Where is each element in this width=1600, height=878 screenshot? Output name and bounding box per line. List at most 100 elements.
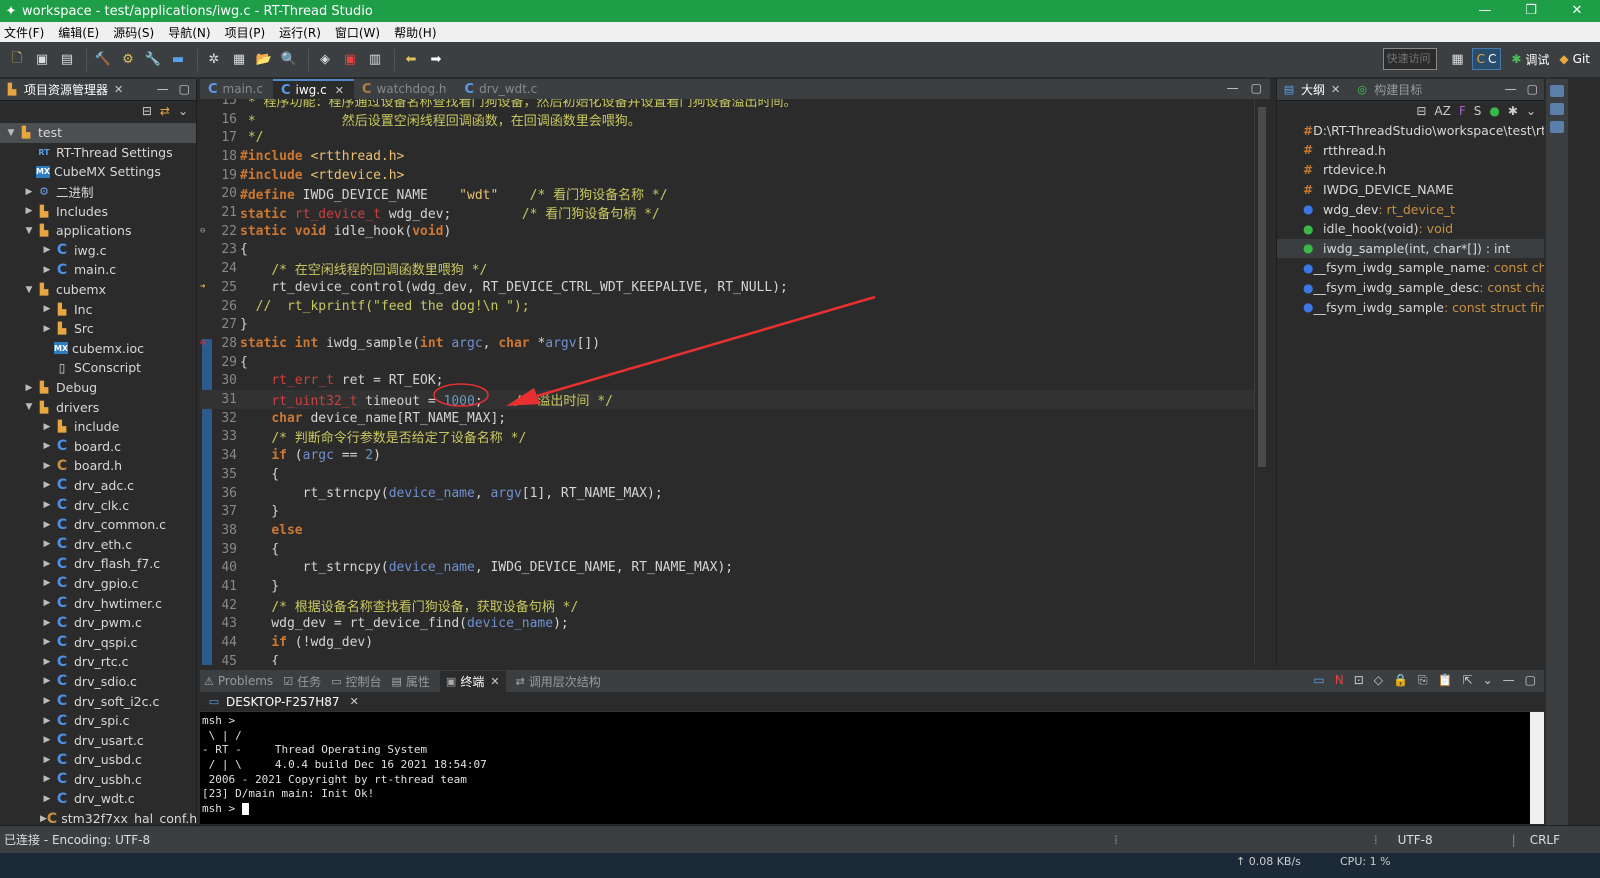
- menu-item[interactable]: 帮助(H): [394, 24, 436, 41]
- build-icon[interactable]: 🔨: [92, 49, 114, 71]
- save-icon[interactable]: ▣: [31, 49, 53, 71]
- tree-item[interactable]: ▶ ⚙ 二进制: [0, 182, 196, 202]
- outline-item[interactable]: # IWDG_DEVICE_NAME: [1277, 180, 1544, 200]
- debug-pointer-icon[interactable]: ➜: [200, 282, 210, 292]
- code-line[interactable]: 31 rt_uint32_t timeout = 1000; /* 溢出时间 *…: [200, 390, 1254, 409]
- bottom-tab[interactable]: ▣ 终端 ✕: [439, 670, 506, 692]
- code-line[interactable]: 26 // rt_kprintf("feed the dog!\n ");: [200, 297, 1254, 316]
- close-icon[interactable]: ✕: [1331, 83, 1340, 96]
- editor-tab[interactable]: Ciwg.c ✕: [272, 79, 354, 99]
- code-line[interactable]: 36 rt_strncpy(device_name, argv[1], RT_N…: [200, 484, 1254, 503]
- terminal-session-tab[interactable]: ▭ DESKTOP-F257H87 ✕: [200, 692, 1544, 712]
- collapsed-arrow-icon[interactable]: ▶: [22, 206, 36, 216]
- collapsed-arrow-icon[interactable]: ▶: [40, 578, 54, 588]
- tree-item[interactable]: ▶ ▙ Debug: [0, 378, 196, 398]
- tree-item[interactable]: ▶ Cdrv_usbh.c: [0, 770, 196, 790]
- tree-item[interactable]: ▶ Cdrv_adc.c: [0, 476, 196, 496]
- menu-item[interactable]: 窗口(W): [335, 24, 380, 41]
- tree-item[interactable]: ▶ Cdrv_rtc.c: [0, 652, 196, 672]
- sdk-icon[interactable]: ◈: [314, 49, 336, 71]
- collapsed-arrow-icon[interactable]: ▶: [40, 441, 54, 451]
- display-icon[interactable]: ▭: [1313, 673, 1324, 688]
- tree-item[interactable]: ▶ Cdrv_usart.c: [0, 730, 196, 750]
- tree-item[interactable]: ▶ ▙ Includes: [0, 201, 196, 221]
- close-icon[interactable]: ✕: [490, 675, 499, 688]
- view-menu-icon[interactable]: ⌄: [178, 104, 188, 118]
- tree-item[interactable]: ▶ Cdrv_soft_i2c.c: [0, 691, 196, 711]
- tree-item[interactable]: ▼ ▙ applications: [0, 221, 196, 241]
- clear-icon[interactable]: ◇: [1374, 673, 1383, 688]
- project-explorer-tab[interactable]: ▙ 项目资源管理器 ✕: [4, 81, 123, 98]
- open-folder-icon[interactable]: 📂: [253, 49, 275, 71]
- collapsed-arrow-icon[interactable]: ▶: [40, 814, 47, 824]
- menu-item[interactable]: 文件(F): [4, 24, 44, 41]
- restore-icon[interactable]: [1550, 85, 1564, 97]
- minimize-view-icon[interactable]: —: [1503, 673, 1515, 688]
- fold-icon[interactable]: ⊖: [200, 226, 210, 236]
- expanded-arrow-icon[interactable]: ▼: [22, 402, 36, 412]
- hide-static-icon[interactable]: S: [1474, 104, 1482, 118]
- outline-item[interactable]: ●__fsym_iwdg_sample_desc : const char: [1277, 278, 1544, 298]
- code-line[interactable]: 35 {: [200, 465, 1254, 484]
- code-line[interactable]: ➜ 25 rt_device_control(wdg_dev, RT_DEVICE…: [200, 278, 1254, 297]
- collapsed-arrow-icon[interactable]: ▶: [40, 539, 54, 549]
- tree-item[interactable]: ▶ ▙ include: [0, 417, 196, 437]
- tree-item[interactable]: ▯ SConscript: [0, 358, 196, 378]
- code-line[interactable]: 15 * 程序功能：程序通过设备名称查找看门狗设备，然后初始化设备并设置看门狗设…: [200, 99, 1254, 110]
- tree-item[interactable]: ▶ Cdrv_qspi.c: [0, 632, 196, 652]
- fold-icon[interactable]: ⊖: [200, 338, 210, 348]
- code-line[interactable]: 20 #define IWDG_DEVICE_NAME "wdt" /* 看门狗设…: [200, 185, 1254, 203]
- quick-access-input[interactable]: [1382, 48, 1437, 70]
- maximize-view-icon[interactable]: ▢: [1525, 673, 1536, 688]
- code-line[interactable]: 41 }: [200, 577, 1254, 596]
- minimize-view-icon[interactable]: —: [157, 82, 169, 96]
- collapsed-arrow-icon[interactable]: ▶: [40, 618, 54, 628]
- terminal-output[interactable]: msh > \ | / - RT - Thread Operating Syste…: [200, 712, 1544, 824]
- tree-item[interactable]: ▶ Cboard.c: [0, 437, 196, 457]
- code-line[interactable]: 45 {: [200, 652, 1254, 665]
- tree-item[interactable]: ▼ ▙ cubemx: [0, 280, 196, 300]
- code-line[interactable]: 18 #include <rtthread.h>: [200, 147, 1254, 166]
- view-menu-icon[interactable]: ⌄: [1526, 104, 1536, 118]
- collapsed-arrow-icon[interactable]: ▶: [22, 383, 36, 393]
- minimize-editor-icon[interactable]: —: [1227, 81, 1239, 95]
- eol-status[interactable]: CRLF: [1530, 833, 1560, 847]
- link-editor-icon[interactable]: ⇄: [160, 104, 170, 118]
- collapsed-arrow-icon[interactable]: ▶: [22, 187, 36, 197]
- menu-item[interactable]: 源码(S): [113, 24, 154, 41]
- maximize-button[interactable]: ❐: [1508, 0, 1554, 22]
- tree-item[interactable]: ▶ Cmain.c: [0, 260, 196, 280]
- tree-item[interactable]: ▶ Cdrv_spi.c: [0, 711, 196, 731]
- maximize-view-icon[interactable]: ▢: [1527, 82, 1538, 96]
- clean-icon[interactable]: ⚙: [117, 49, 139, 71]
- collapsed-arrow-icon[interactable]: ▶: [40, 422, 54, 432]
- collapsed-arrow-icon[interactable]: ▶: [40, 500, 54, 510]
- bottom-tab[interactable]: ⇄ 调用层次结构: [516, 673, 601, 690]
- collapse-all-icon[interactable]: ⊟: [142, 104, 152, 118]
- chip-icon[interactable]: ▦: [228, 49, 250, 71]
- code-line[interactable]: 16 * 然后设置空闲线程回调函数，在回调函数里会喂狗。: [200, 110, 1254, 129]
- collapsed-arrow-icon[interactable]: ▶: [40, 676, 54, 686]
- code-line[interactable]: 42 /* 根据设备名称查找看门狗设备，获取设备句柄 */: [200, 596, 1254, 615]
- outline-item[interactable]: # rtthread.h: [1277, 141, 1544, 161]
- new-icon[interactable]: 🗋: [6, 49, 28, 71]
- outline-item[interactable]: # D:\RT-ThreadStudio\workspace\test\rt: [1277, 121, 1544, 141]
- collapsed-arrow-icon[interactable]: ▶: [40, 324, 54, 334]
- expanded-arrow-icon[interactable]: ▼: [22, 285, 36, 295]
- collapse-all-icon[interactable]: ⊟: [1416, 104, 1426, 118]
- outline-tab[interactable]: ▤ 大纲 ✕: [1281, 81, 1340, 98]
- menu-item[interactable]: 编辑(E): [58, 24, 99, 41]
- editor-scrollbar[interactable]: [1254, 99, 1270, 665]
- tree-item[interactable]: ▶ Cdrv_common.c: [0, 515, 196, 535]
- wrench-icon[interactable]: 🔧: [142, 49, 164, 71]
- perspective-c-button[interactable]: CC: [1471, 48, 1502, 70]
- collapsed-arrow-icon[interactable]: ▶: [40, 755, 54, 765]
- perspective-debug-button[interactable]: ✱ 调试: [1511, 51, 1549, 68]
- bottom-tab[interactable]: ⚠ Problems: [204, 674, 273, 688]
- tree-item[interactable]: ▶ ▙ Src: [0, 319, 196, 339]
- code-line[interactable]: 29{: [200, 353, 1254, 372]
- expanded-arrow-icon[interactable]: ▼: [4, 128, 18, 138]
- hide-fields-icon[interactable]: F: [1459, 104, 1466, 118]
- view-icon[interactable]: [1550, 121, 1564, 133]
- code-line[interactable]: 30 rt_err_t ret = RT_EOK;: [200, 372, 1254, 391]
